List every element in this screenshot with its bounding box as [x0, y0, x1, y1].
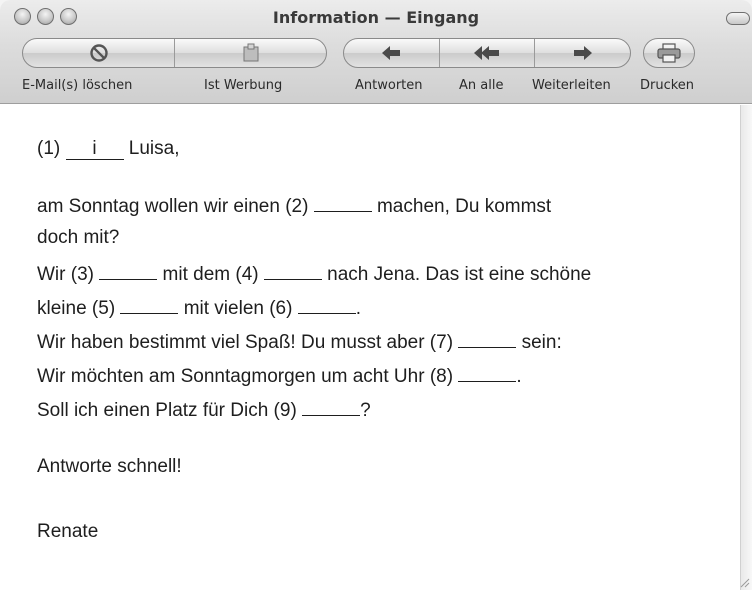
body-line-1: am Sonntag wollen wir einen (2) machen, … — [37, 192, 551, 219]
body-line-5: Wir haben bestimmt viel Spaß! Du musst a… — [37, 328, 562, 355]
gap-5-blank[interactable] — [120, 294, 179, 314]
reply-all-button[interactable] — [440, 39, 536, 67]
delete-label: E-Mail(s) löschen — [22, 78, 133, 93]
greeting-name: Luisa, — [123, 138, 180, 159]
window-title: Information — Eingang — [272, 8, 480, 27]
vertical-scrollbar[interactable] — [740, 105, 752, 590]
body-line-3: Wir (3) mit dem (4) nach Jena. Das ist e… — [37, 260, 591, 287]
gap-1-label: (1) — [37, 138, 66, 159]
reply-segment — [343, 38, 631, 68]
gap-3-blank[interactable] — [99, 260, 158, 280]
signature: Renate — [37, 521, 99, 542]
text-fragment: mit dem (4) — [157, 264, 264, 285]
reply-label: Antworten — [355, 78, 423, 93]
text-fragment: . — [355, 298, 362, 319]
toolbar-toggle-button[interactable] — [726, 12, 750, 25]
forward-arrow-icon — [573, 46, 592, 60]
junk-label: Ist Werbung — [204, 78, 283, 93]
print-button[interactable] — [644, 39, 694, 67]
text-fragment: machen, Du kommst — [371, 196, 552, 217]
body-line-7: Soll ich einen Platz für Dich (9) ? — [37, 396, 371, 423]
window-chrome: Information — Eingang E-Mail(s) löschen … — [0, 0, 752, 104]
text-fragment: Wir möchten am Sonntagmorgen um acht Uhr… — [37, 366, 459, 387]
text-fragment: Wir haben bestimmt viel Spaß! Du musst a… — [37, 332, 459, 353]
reply-button[interactable] — [344, 39, 440, 67]
resize-grip-icon[interactable] — [740, 578, 750, 588]
reply-all-arrow-icon — [474, 46, 499, 60]
gap-7-blank[interactable] — [458, 328, 517, 348]
forward-label: Weiterleiten — [532, 78, 611, 93]
printer-icon — [657, 43, 681, 63]
text-fragment: ? — [360, 400, 371, 421]
gap-9-blank[interactable] — [302, 396, 361, 416]
text-fragment: . — [516, 366, 522, 387]
gap-1-blank[interactable]: i — [65, 139, 124, 160]
reply-arrow-icon — [382, 46, 401, 60]
junk-bag-icon — [243, 43, 258, 62]
body-line-4: kleine (5) mit vielen (6) . — [37, 294, 361, 321]
text-fragment: sein: — [516, 332, 562, 353]
closing-line: Antworte schnell! — [37, 456, 182, 477]
message-body: (1) i Luisa, am Sonntag wollen wir einen… — [0, 105, 740, 590]
gap-2-blank[interactable] — [313, 192, 372, 212]
text-fragment: mit vielen (6) — [178, 298, 298, 319]
delete-junk-segment — [22, 38, 327, 68]
body-line-6: Wir möchten am Sonntagmorgen um acht Uhr… — [37, 362, 522, 389]
gap-4-blank[interactable] — [263, 260, 322, 280]
junk-button[interactable] — [175, 39, 326, 67]
text-fragment: am Sonntag wollen wir einen (2) — [37, 196, 314, 217]
text-fragment: Wir (3) — [37, 264, 100, 285]
forward-button[interactable] — [535, 39, 630, 67]
mail-window: Information — Eingang E-Mail(s) löschen … — [0, 0, 752, 590]
text-fragment: Soll ich einen Platz für Dich (9) — [37, 400, 303, 421]
text-fragment: nach Jena. Das ist eine schöne — [321, 264, 592, 285]
body-line-2: doch mit? — [37, 227, 120, 248]
print-segment — [643, 38, 695, 68]
greeting-line: (1) i Luisa, — [37, 137, 179, 161]
gap-8-blank[interactable] — [458, 362, 517, 382]
delete-button[interactable] — [23, 39, 175, 67]
reply-all-label: An alle — [459, 78, 504, 93]
gap-6-blank[interactable] — [297, 294, 356, 314]
no-entry-icon — [89, 44, 108, 62]
text-fragment: kleine (5) — [37, 298, 121, 319]
print-label: Drucken — [640, 78, 695, 93]
